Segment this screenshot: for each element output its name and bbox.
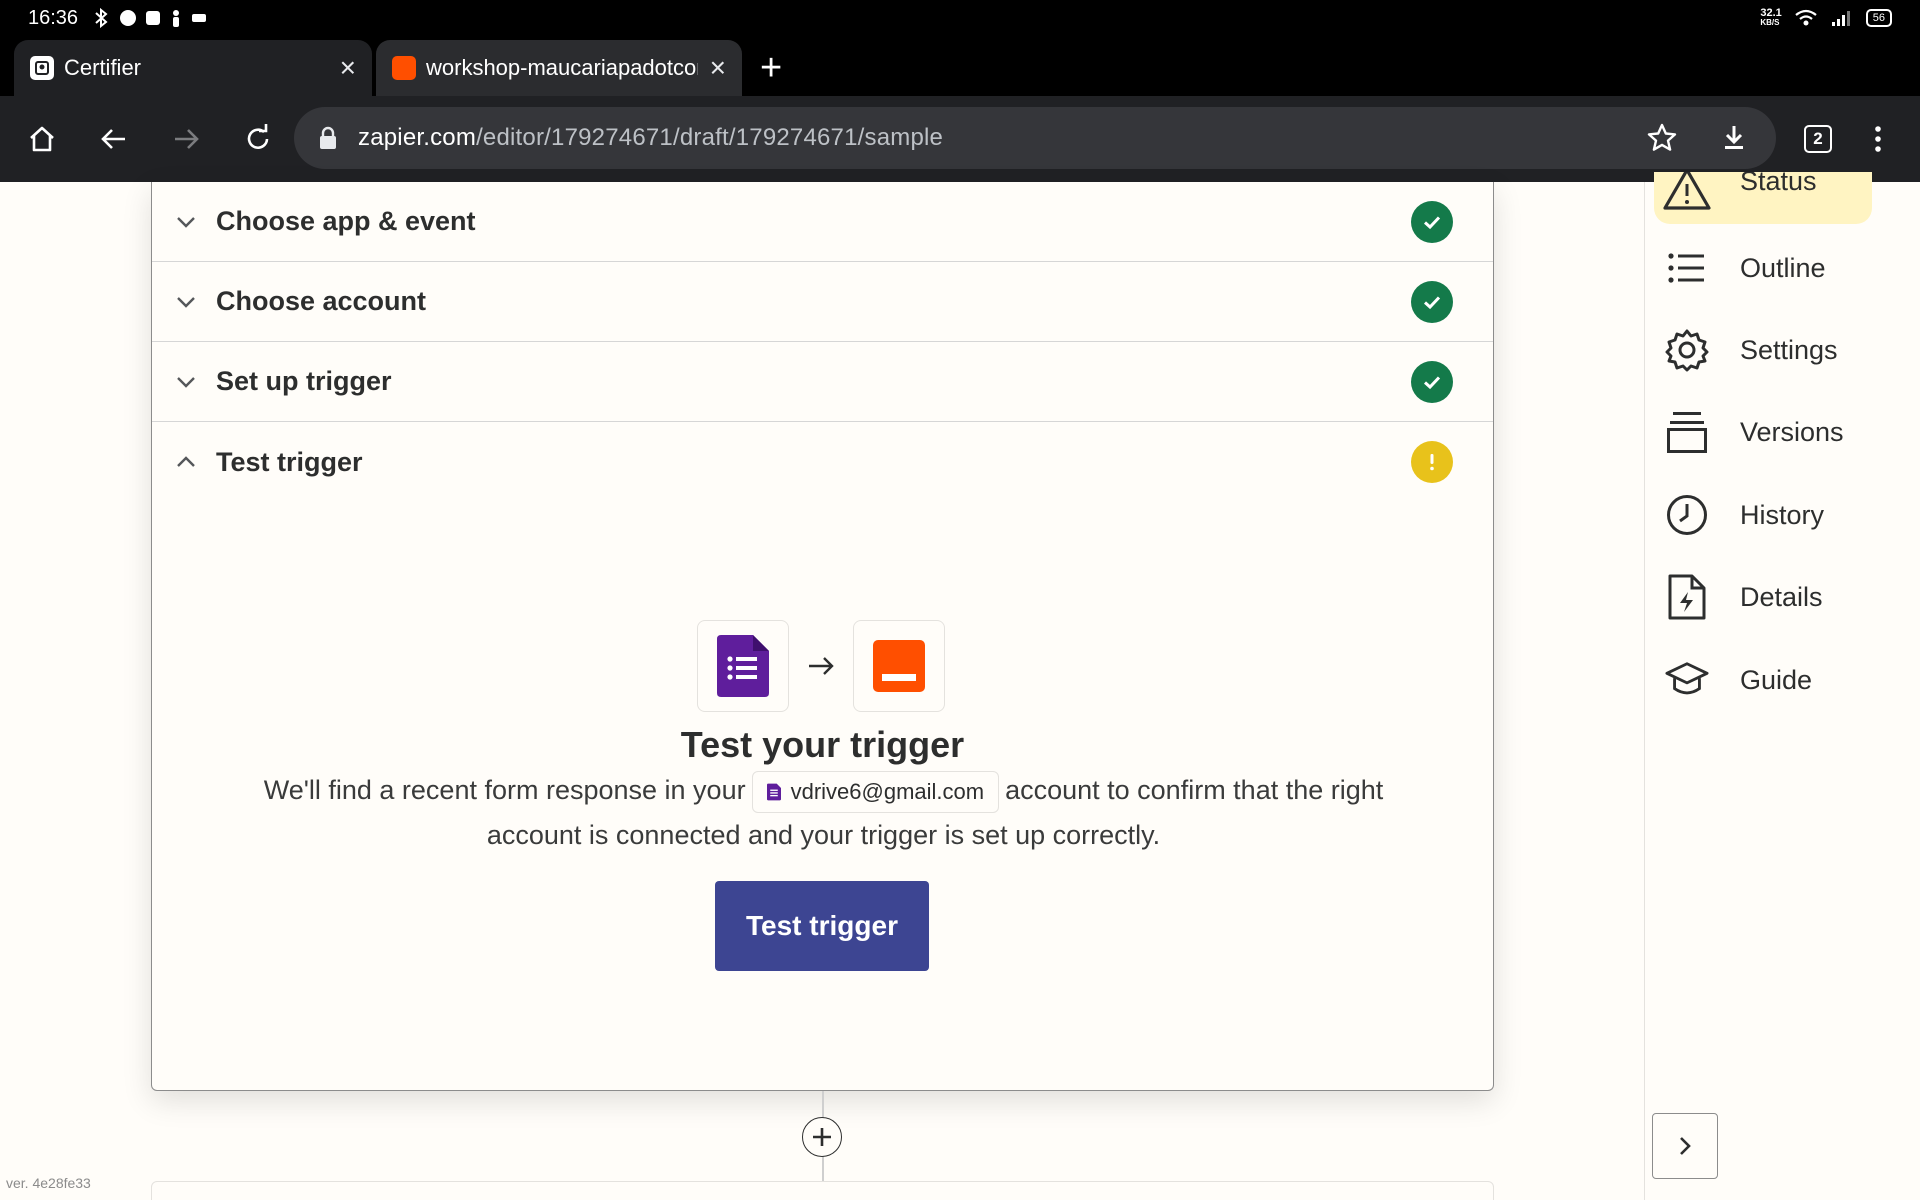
collapse-sidebar-button[interactable] [1652,1113,1718,1179]
tab-certifier[interactable]: Certifier × [14,40,372,96]
app-notification-icon [146,11,161,25]
sidebar-item-details[interactable]: Details [1645,567,1920,627]
step-section-test-trigger[interactable]: Test trigger [152,422,1493,502]
sidebar-item-label: Details [1740,581,1823,612]
next-step-card[interactable] [151,1181,1494,1200]
stack-icon [1665,410,1709,454]
sidebar-item-settings[interactable]: Settings [1645,320,1920,380]
new-tab-button[interactable]: + [760,46,782,90]
zapier-favicon [392,56,416,80]
address-bar[interactable]: zapier.com/editor/179274671/draft/179274… [294,107,1776,169]
arrow-right-icon [175,129,199,149]
star-icon[interactable] [1646,122,1678,154]
tab-strip: Certifier × workshop-maucariapadotcom × … [0,36,1920,96]
screen-icon [192,14,207,22]
sidebar-item-outline[interactable]: Outline [1645,238,1920,298]
battery-indicator: 56 [1865,9,1892,27]
wifi-icon [1795,9,1817,26]
forward-button[interactable] [164,117,208,161]
browser-toolbar: zapier.com/editor/179274671/draft/179274… [0,96,1920,182]
close-icon[interactable]: × [340,52,356,84]
clock-icon [1665,493,1709,537]
bluetooth-icon [95,7,108,29]
arrow-right-icon [809,657,834,675]
browser-menu-button[interactable] [1856,117,1900,161]
check-circle-icon [1411,200,1453,243]
trigger-step-card: Choose app & event Choose account Set up… [151,182,1494,1091]
cell-signal-icon [1831,11,1850,26]
google-forms-app-box [697,620,789,712]
reload-icon [247,124,269,149]
list-icon [1665,246,1709,290]
step-section-choose-app[interactable]: Choose app & event [152,182,1493,262]
add-step-button[interactable] [802,1117,842,1157]
gear-icon [1665,328,1709,372]
orange-app-icon [873,640,925,692]
check-circle-icon [1411,360,1453,403]
arrow-left-icon [101,129,125,149]
download-icon[interactable] [1718,122,1750,154]
trigger-flow-illustration [697,620,949,712]
plus-icon [813,1128,831,1146]
step-section-set-up-trigger[interactable]: Set up trigger [152,342,1493,422]
sidebar-item-label: Status [1740,172,1817,196]
editor-sidebar: Status Outline Settings Versions History… [1644,172,1920,1200]
sidebar-item-history[interactable]: History [1645,485,1920,545]
tab-switcher-button[interactable]: 2 [1796,117,1840,161]
chevron-down-icon [172,208,200,236]
step-section-choose-account[interactable]: Choose account [152,262,1493,342]
network-speed: 32.1 KB/S [1760,7,1782,28]
test-panel-description: We'll find a recent form response in you… [242,768,1405,857]
back-button[interactable] [92,117,136,161]
test-panel-title: Test your trigger [680,724,965,765]
graduation-cap-icon [1665,658,1709,702]
check-circle-icon [1411,280,1453,323]
system-status-bar: 16:36 32.1 KB/S 56 [0,0,1920,36]
url-text[interactable]: zapier.com/editor/179274671/draft/179274… [358,124,943,152]
tab-count-icon: 2 [1804,125,1832,153]
more-vertical-icon [1875,126,1881,152]
certifier-favicon [30,56,54,80]
lock-icon[interactable] [318,126,338,150]
chevron-right-icon [1680,1137,1691,1155]
reload-button[interactable] [236,117,280,161]
sidebar-item-guide[interactable]: Guide [1645,650,1920,710]
warning-triangle-icon [1663,172,1711,210]
step-section-label: Test trigger [216,446,363,477]
test-trigger-button[interactable]: Test trigger [715,881,929,971]
chevron-up-icon [172,448,200,476]
clock: 16:36 [28,6,79,29]
home-button[interactable] [20,117,64,161]
close-icon[interactable]: × [710,52,726,84]
step-section-label: Choose app & event [216,206,476,236]
account-chip: vdrive6@gmail.com [751,770,1000,813]
sidebar-item-versions[interactable]: Versions [1645,402,1920,462]
google-forms-icon [766,783,781,801]
sidebar-item-label: Guide [1740,664,1813,695]
file-bolt-icon [1665,574,1709,620]
spotify-icon [120,10,137,26]
version-label: ver. 4e28fe33 [6,1175,91,1191]
sidebar-item-label: Settings [1740,334,1838,365]
google-forms-icon [717,635,769,697]
chevron-down-icon [172,368,200,396]
person-icon [173,10,180,27]
tab-title: Certifier [64,55,142,80]
step-section-label: Set up trigger [216,366,392,396]
tab-title: workshop-maucariapadotcom [426,55,698,80]
notification-icons [92,7,207,29]
step-section-label: Choose account [216,286,427,316]
sidebar-item-label: Versions [1740,416,1844,447]
warning-circle-icon [1411,441,1453,483]
tab-zapier-workshop[interactable]: workshop-maucariapadotcom × [376,40,742,96]
sidebar-item-status[interactable]: Status [1654,172,1872,224]
sidebar-item-label: Outline [1740,252,1826,283]
chevron-down-icon [172,288,200,316]
home-icon [30,126,54,152]
zapier-action-app-box [853,620,945,712]
system-indicators: 32.1 KB/S 56 [1760,8,1892,28]
sidebar-item-label: History [1740,499,1825,530]
